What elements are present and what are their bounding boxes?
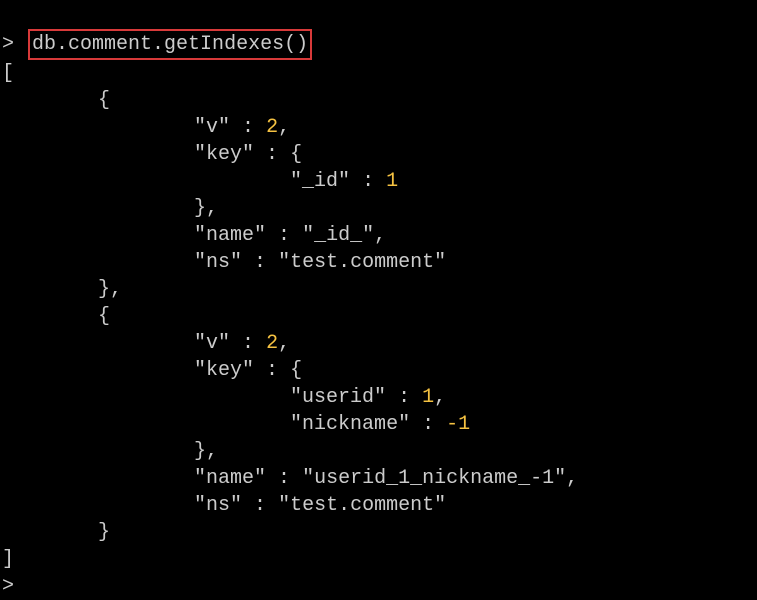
key-v: "v" bbox=[194, 332, 230, 355]
terminal-output: > db.comment.getIndexes() [ { "v" : 2, "… bbox=[2, 2, 755, 600]
mongo-command[interactable]: db.comment.getIndexes() bbox=[32, 33, 308, 56]
key-ns: "ns" bbox=[194, 251, 242, 274]
value-name: "_id_" bbox=[302, 224, 374, 247]
key-v: "v" bbox=[194, 116, 230, 139]
keyobj-close: } bbox=[194, 197, 206, 220]
value-ns: "test.comment" bbox=[278, 494, 446, 517]
keyobj-open: { bbox=[290, 359, 302, 382]
key-ns: "ns" bbox=[194, 494, 242, 517]
value-ns: "test.comment" bbox=[278, 251, 446, 274]
key-userid: "userid" bbox=[290, 386, 386, 409]
array-open-bracket: [ bbox=[2, 62, 14, 85]
value-v: 2 bbox=[266, 332, 278, 355]
command-highlight-box: db.comment.getIndexes() bbox=[28, 29, 312, 60]
object-close: } bbox=[98, 278, 110, 301]
value-name: "userid_1_nickname_-1" bbox=[302, 467, 566, 490]
object-open: { bbox=[98, 89, 110, 112]
keyobj-open: { bbox=[290, 143, 302, 166]
prompt-symbol[interactable]: > bbox=[2, 575, 14, 598]
value-v: 2 bbox=[266, 116, 278, 139]
key-name: "name" bbox=[194, 467, 266, 490]
key-id: "_id" bbox=[290, 170, 350, 193]
value-userid: 1 bbox=[422, 386, 434, 409]
array-close-bracket: ] bbox=[2, 548, 14, 571]
key-nickname: "nickname" bbox=[290, 413, 410, 436]
key-name: "name" bbox=[194, 224, 266, 247]
value-id: 1 bbox=[386, 170, 398, 193]
keyobj-close: } bbox=[194, 440, 206, 463]
prompt-symbol: > bbox=[2, 33, 14, 56]
key-key: "key" bbox=[194, 359, 254, 382]
key-key: "key" bbox=[194, 143, 254, 166]
object-close: } bbox=[98, 521, 110, 544]
object-open: { bbox=[98, 305, 110, 328]
value-nickname: -1 bbox=[446, 413, 470, 436]
